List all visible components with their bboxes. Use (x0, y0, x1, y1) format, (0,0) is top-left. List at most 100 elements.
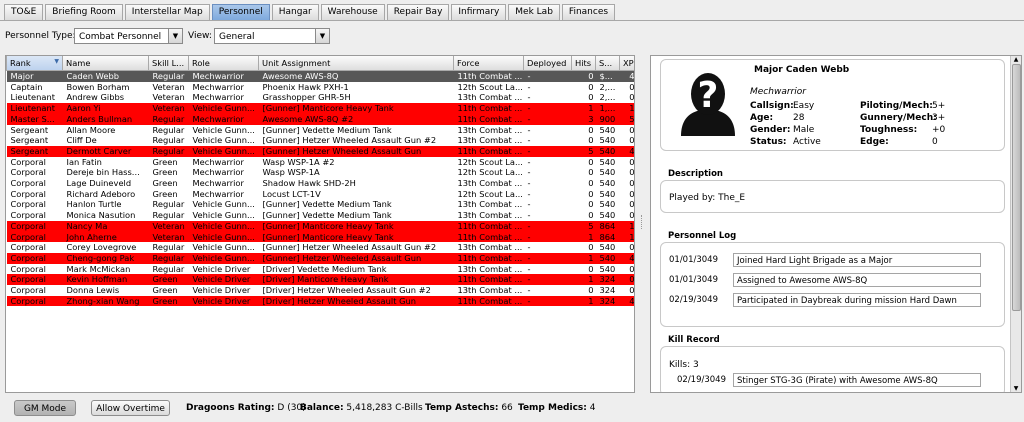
gunnery-label: Gunnery/Mech: (860, 113, 937, 123)
table-cell: 0 (571, 156, 596, 168)
allow-overtime-button[interactable]: Allow Overtime (91, 400, 170, 416)
table-cell: Anders Bullman (62, 113, 149, 125)
table-cell: - (523, 274, 572, 286)
tab-briefing-room[interactable]: Briefing Room (45, 4, 123, 20)
table-row[interactable]: Corporal Nancy Ma Veteran Vehicle Gunn... [G… (6, 220, 634, 232)
table-cell: 2,... (595, 92, 620, 104)
edge-value: 0 (932, 137, 938, 147)
tab-mek-lab[interactable]: Mek Lab (508, 4, 560, 20)
table-row[interactable]: Master S... Anders Bullman Regular Mechwarr… (6, 113, 634, 125)
table-row[interactable]: Corporal Lage Duineveld Green Mechwarrior Sh… (6, 178, 634, 189)
table-cell: 0 (619, 188, 634, 200)
table-cell: 11th Combat ... (453, 113, 524, 125)
table-row[interactable]: Corporal Kevin Hoffman Green Vehicle Driver… (6, 274, 634, 286)
table-row[interactable]: Corporal Cheng-gong Pak Regular Vehicle Gun… (6, 252, 634, 264)
table-cell: 0 (571, 285, 596, 296)
table-cell: Corporal (6, 210, 63, 221)
table-cell: [Gunner] Hetzer Wheeled Assault Gun (258, 252, 454, 264)
table-row[interactable]: Corporal Monica Nasution Regular Vehicle Gu… (6, 210, 634, 221)
personnel-type-select[interactable]: Combat Personnel ▼ (74, 28, 183, 44)
table-row[interactable]: Corporal Dereje bin Hass... Green Mechwarri… (6, 167, 634, 179)
table-cell: 0 (571, 167, 596, 179)
table-cell: 0 (571, 124, 596, 136)
kill-date: 02/19/3049 (677, 375, 726, 385)
table-row[interactable]: Lieutenant Andrew Gibbs Veteran Mechwarrior… (6, 92, 634, 104)
tab-to-e[interactable]: TO&E (4, 4, 44, 20)
table-row[interactable]: Sergeant Dermott Carver Regular Vehicle Gun… (6, 145, 634, 157)
table-row[interactable]: Lieutenant Aaron Yi Veteran Vehicle Gunn...… (6, 103, 634, 114)
table-row[interactable]: Corporal Donna Lewis Green Vehicle Driver [D… (6, 285, 634, 296)
table-cell: $... (595, 70, 620, 82)
dragoons-rating: Dragoons Rating: D (30) (186, 403, 306, 413)
table-row[interactable]: Sergeant Cliff De Regular Vehicle Gunn... [G… (6, 135, 634, 146)
tab-divider (0, 20, 1024, 21)
table-cell: Vehicle Driver (188, 295, 259, 307)
tab-hangar[interactable]: Hangar (271, 4, 319, 20)
tab-interstellar-map[interactable]: Interstellar Map (124, 4, 210, 20)
table-cell: - (523, 103, 572, 114)
column-header[interactable]: Name (62, 56, 149, 71)
tab-repair-bay[interactable]: Repair Bay (386, 4, 450, 20)
column-header[interactable]: XP (619, 56, 634, 71)
table-cell: 1 (619, 231, 634, 243)
table-cell: 0 (571, 178, 596, 189)
table-cell: - (523, 124, 572, 136)
table-cell: 1 (619, 103, 634, 114)
column-header[interactable]: Role (188, 56, 259, 71)
view-select[interactable]: General ▼ (214, 28, 330, 44)
detail-scrollbar[interactable]: ▲ ▼ (1010, 56, 1021, 392)
table-cell: Hanlon Turtle (62, 199, 149, 211)
scroll-down-icon[interactable]: ▼ (1011, 385, 1021, 392)
table-cell: Veteran (148, 103, 189, 114)
column-header[interactable]: Deployed (523, 56, 572, 71)
tab-infirmary[interactable]: Infirmary (451, 4, 507, 20)
table-cell: 12th Scout La... (453, 188, 524, 200)
column-header[interactable]: Hits (571, 56, 596, 71)
table-row[interactable]: Major Caden Webb Regular Mechwarrior Awesome… (6, 70, 634, 82)
table-row[interactable]: Corporal Ian Fatin Green Mechwarrior Wasp WS… (6, 156, 634, 168)
column-header[interactable]: Force (453, 56, 524, 71)
table-row[interactable]: Corporal John Aherne Veteran Vehicle Gunn..… (6, 231, 634, 243)
balance-label: Balance: (300, 403, 344, 413)
table-cell: 5 (571, 220, 596, 232)
status-label: Status: (750, 137, 787, 147)
tab-warehouse[interactable]: Warehouse (320, 4, 385, 20)
column-header[interactable]: Skill L... (148, 56, 189, 71)
tab-finances[interactable]: Finances (561, 4, 616, 20)
table-cell: 540 (595, 145, 620, 157)
table-cell: 0 (571, 188, 596, 200)
column-header[interactable]: Unit Assignment (258, 56, 454, 71)
table-cell: 11th Combat ... (453, 231, 524, 243)
split-pane-divider[interactable] (640, 55, 645, 393)
table-cell: Andrew Gibbs (62, 92, 149, 104)
table-row[interactable]: Corporal Richard Adeboro Green Mechwarrior L… (6, 188, 634, 200)
table-cell: Lieutenant (6, 92, 63, 104)
column-header-label: Rank (10, 58, 31, 68)
scroll-up-icon[interactable]: ▲ (1011, 56, 1021, 63)
table-cell: Captain (6, 81, 63, 93)
table-row[interactable]: Captain Bowen Borham Veteran Mechwarrior Pho… (6, 81, 634, 93)
table-cell: Phoenix Hawk PXH-1 (258, 81, 454, 93)
table-row[interactable]: Corporal Hanlon Turtle Regular Vehicle Gunn… (6, 199, 634, 211)
table-row[interactable]: Corporal Zhong-xian Wang Green Vehicle Driv… (6, 295, 634, 307)
table-row[interactable]: Corporal Mark McMickan Regular Vehicle Driv… (6, 263, 634, 275)
astechs-label: Temp Astechs: (425, 403, 499, 413)
personnel-type-label: Personnel Type: (5, 31, 76, 41)
table-cell: - (523, 295, 572, 307)
scrollbar-thumb[interactable] (1012, 64, 1021, 311)
table-cell: 540 (595, 199, 620, 211)
gm-mode-button[interactable]: GM Mode (14, 400, 76, 416)
table-cell: Lieutenant (6, 103, 63, 114)
table-cell: Regular (148, 199, 189, 211)
table-cell: Vehicle Gunn... (188, 242, 259, 253)
table-cell: 540 (595, 242, 620, 253)
table-row[interactable]: Sergeant Allan Moore Regular Vehicle Gunn..… (6, 124, 634, 136)
table-row[interactable]: Corporal Corey Lovegrove Regular Vehicle Gu… (6, 242, 634, 253)
table-cell: 4 (619, 145, 634, 157)
table-cell: Corporal (6, 274, 63, 286)
callsign-label: Callsign: (750, 101, 794, 111)
tab-personnel[interactable]: Personnel (211, 4, 270, 20)
column-header[interactable]: Rank ▼ (6, 56, 63, 71)
column-header[interactable]: S... (595, 56, 620, 71)
table-cell: Vehicle Gunn... (188, 145, 259, 157)
